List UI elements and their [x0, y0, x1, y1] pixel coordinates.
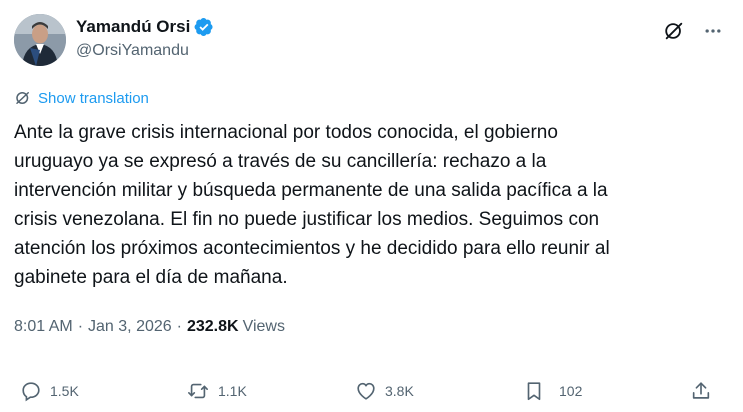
share-icon — [692, 382, 710, 399]
handle[interactable]: @OrsiYamandu — [76, 42, 214, 60]
verified-badge-icon[interactable] — [194, 17, 214, 37]
meta-separator-2: · — [176, 318, 182, 335]
retweet-count: 1.1K — [218, 383, 247, 399]
retweet-icon — [188, 383, 208, 399]
avatar-image — [14, 14, 66, 66]
bookmark-count: 102 — [559, 383, 583, 399]
display-name[interactable]: Yamandú Orsi — [76, 17, 190, 37]
reply-count: 1.5K — [50, 383, 79, 399]
meta-separator: · — [77, 318, 84, 335]
tweet-time[interactable]: 8:01 AM — [14, 318, 73, 336]
more-icon[interactable] — [703, 21, 723, 41]
header-actions — [663, 20, 723, 42]
bookmark-button[interactable]: 102 — [523, 380, 582, 402]
show-translation-label: Show translation — [38, 89, 149, 107]
bookmark-icon — [527, 382, 541, 401]
heart-icon — [357, 382, 375, 400]
tweet-meta: 8:01 AM · Jan 3, 2026 · 232.8K Views — [14, 318, 285, 336]
tweet-date[interactable]: Jan 3, 2026 — [88, 318, 172, 336]
action-bar: 1.5K 1.1K 3.8K 102 — [0, 376, 743, 408]
share-button[interactable] — [690, 380, 712, 402]
reply-button[interactable]: 1.5K — [20, 380, 79, 402]
views-count: 232.8K — [186, 318, 239, 335]
reply-icon — [22, 382, 40, 402]
show-translation-link[interactable]: Show translation — [14, 89, 149, 107]
like-button[interactable]: 3.8K — [355, 380, 414, 402]
avatar[interactable] — [14, 14, 66, 66]
retweet-button[interactable]: 1.1K — [186, 380, 247, 402]
tweet-text: Ante la grave crisis internacional por t… — [14, 122, 610, 288]
like-count: 3.8K — [385, 383, 414, 399]
translate-icon — [16, 92, 29, 104]
views-label: Views — [242, 318, 285, 335]
author-block: Yamandú Orsi @OrsiYamandu — [76, 15, 214, 60]
grok-icon[interactable] — [663, 20, 685, 42]
